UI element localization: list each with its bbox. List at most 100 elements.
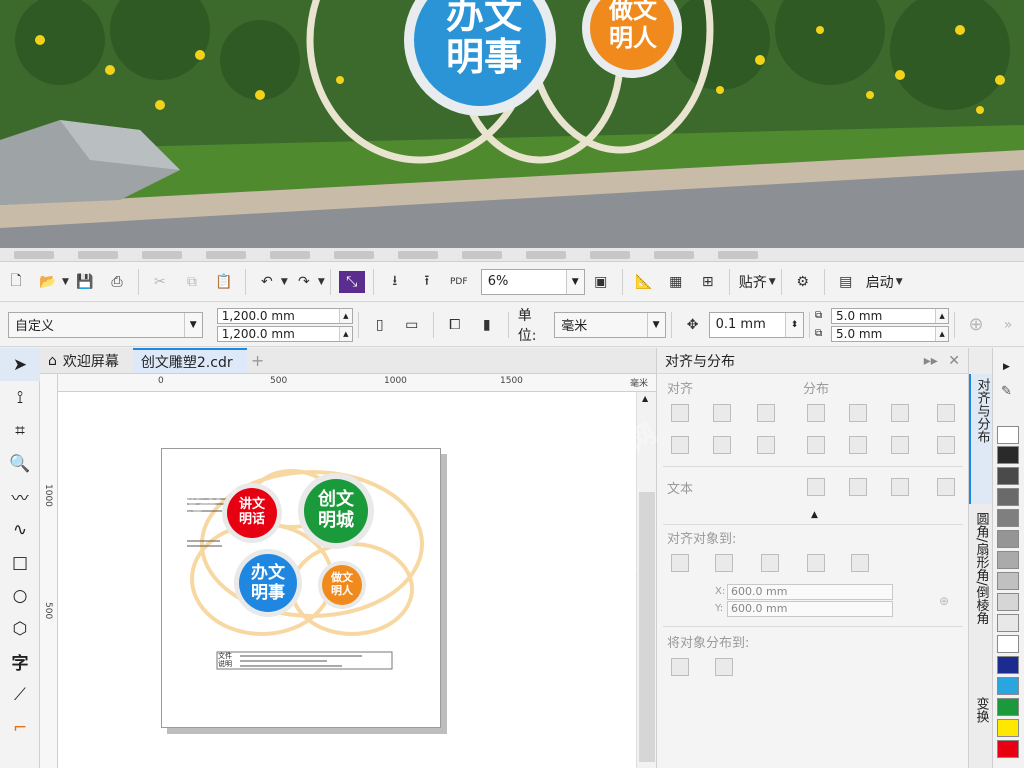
color-swatch[interactable] <box>997 551 1019 569</box>
snap-dropdown-icon[interactable]: ▼ <box>769 277 776 287</box>
grid-icon[interactable]: ▦ <box>663 268 689 296</box>
launch-dropdown-icon[interactable]: ▼ <box>896 277 903 287</box>
color-swatch[interactable] <box>997 572 1019 590</box>
guidelines-icon[interactable]: ⊞ <box>695 268 721 296</box>
eyedropper-icon[interactable]: ✎ <box>1001 384 1012 399</box>
dimension-tool-icon[interactable]: ⟋ <box>0 678 40 711</box>
side-tab-transform[interactable]: 变换 <box>969 693 993 768</box>
new-document-icon[interactable]: 🗋 <box>3 268 29 296</box>
distribute-vspacing-icon[interactable] <box>891 436 909 454</box>
palette-scroll-up-icon[interactable]: ▶ <box>1003 362 1010 372</box>
align-left-icon[interactable] <box>671 404 689 422</box>
color-swatch[interactable] <box>997 698 1019 716</box>
color-swatch[interactable] <box>997 530 1019 548</box>
align-to-grid-icon[interactable] <box>807 554 825 572</box>
text-tool-icon[interactable]: 字 <box>0 645 40 678</box>
drawing-canvas[interactable]: 讲文 明话 创文 明城 办文 明事 做文 明人 文件 说明 <box>58 392 636 768</box>
page-width-field[interactable]: 1,200.0 mm ▲ <box>216 307 353 324</box>
align-y-field[interactable]: 600.0 mm <box>727 601 893 617</box>
align-top-icon[interactable] <box>671 436 689 454</box>
nudge-distance-field[interactable]: 0.1 mm ⬍ <box>708 311 805 338</box>
text-first-line-icon[interactable] <box>807 478 825 496</box>
page-height-field[interactable]: 1,200.0 mm ▲ <box>216 325 353 342</box>
more-options-icon[interactable]: » <box>995 311 1021 339</box>
crop-tool-icon[interactable]: ⌗ <box>0 414 40 447</box>
align-to-active-icon[interactable] <box>671 554 689 572</box>
expand-icon[interactable]: ▸▸ <box>924 353 938 369</box>
export-icon[interactable]: ⭱ <box>414 268 440 296</box>
import-icon[interactable]: ⭳ <box>382 268 408 296</box>
distribute-top-icon[interactable] <box>807 436 825 454</box>
redo-dropdown-icon[interactable]: ▼ <box>318 277 325 287</box>
text-bbox-icon[interactable] <box>891 478 909 496</box>
connector-tool-icon[interactable]: ⌐ <box>0 711 40 744</box>
horizontal-ruler[interactable]: 0 500 1000 1500 毫米 <box>58 374 656 392</box>
color-swatch[interactable] <box>997 740 1019 758</box>
copy-icon[interactable]: ⧉ <box>179 268 205 296</box>
save-icon[interactable]: 💾 <box>72 268 98 296</box>
scroll-up-icon[interactable]: ▲ <box>642 394 648 403</box>
align-bottom-icon[interactable] <box>757 436 775 454</box>
undo-icon[interactable]: ↶ <box>254 268 280 296</box>
polygon-tool-icon[interactable]: ⬡ <box>0 612 40 645</box>
rectangle-tool-icon[interactable]: □ <box>0 546 40 579</box>
cut-icon[interactable]: ✂ <box>147 268 173 296</box>
page-preset-select[interactable]: 自定义 ▼ <box>8 311 203 338</box>
current-page-icon[interactable]: ▮ <box>474 311 500 339</box>
pick-tool-icon[interactable]: ➤ <box>0 348 40 381</box>
align-center-h-icon[interactable] <box>713 404 731 422</box>
align-to-point-icon[interactable] <box>851 554 869 572</box>
all-pages-icon[interactable]: ⧠ <box>442 311 468 339</box>
align-to-page-center-icon[interactable] <box>761 554 779 572</box>
spinner-icon[interactable]: ⬍ <box>785 312 804 337</box>
color-swatch[interactable] <box>997 509 1019 527</box>
open-folder-icon[interactable]: 📂 <box>35 268 61 296</box>
distribute-middle-icon[interactable] <box>849 436 867 454</box>
chevron-down-icon[interactable]: ▼ <box>183 312 202 337</box>
unit-select[interactable]: 毫米 ▼ <box>554 311 666 338</box>
distribute-right-icon[interactable] <box>937 404 955 422</box>
distribute-left-icon[interactable] <box>807 404 825 422</box>
duplicate-y-field[interactable]: 5.0 mm ▲ <box>831 325 950 342</box>
color-swatch[interactable] <box>997 446 1019 464</box>
add-icon[interactable]: ⊕ <box>963 311 989 339</box>
rulers-icon[interactable]: 📐 <box>631 268 657 296</box>
zoom-level-select[interactable]: 6% ▼ <box>480 268 585 295</box>
full-screen-icon[interactable]: ▣ <box>588 268 614 296</box>
color-swatch[interactable] <box>997 467 1019 485</box>
color-swatch[interactable] <box>997 677 1019 695</box>
color-swatch[interactable] <box>997 719 1019 737</box>
text-last-line-icon[interactable] <box>849 478 867 496</box>
distribute-spacing-icon[interactable] <box>891 404 909 422</box>
text-outline-icon[interactable] <box>937 478 955 496</box>
ellipse-tool-icon[interactable]: ○ <box>0 579 40 612</box>
redo-icon[interactable]: ↷ <box>291 268 317 296</box>
collapse-icon[interactable]: ▲ <box>811 510 818 520</box>
options-gear-icon[interactable]: ⚙ <box>790 268 816 296</box>
color-swatch[interactable] <box>997 635 1019 653</box>
launch-button[interactable]: 启动 <box>866 272 894 292</box>
distribute-to-selection-icon[interactable] <box>671 658 689 676</box>
side-tab-align[interactable]: 对齐与分布 <box>969 374 993 504</box>
scrollbar-thumb[interactable] <box>639 492 655 762</box>
close-icon[interactable]: ✕ <box>948 353 960 369</box>
print-icon[interactable]: ⎙ <box>104 268 130 296</box>
chevron-down-icon[interactable]: ▼ <box>565 269 584 294</box>
artistic-media-tool-icon[interactable]: ∿ <box>0 513 40 546</box>
align-right-icon[interactable] <box>757 404 775 422</box>
open-dropdown-icon[interactable]: ▼ <box>62 277 69 287</box>
paste-icon[interactable]: 📋 <box>211 268 237 296</box>
portrait-icon[interactable]: ▯ <box>367 311 393 339</box>
tab-document[interactable]: 创文雕塑2.cdr <box>132 348 247 373</box>
landscape-icon[interactable]: ▭ <box>399 311 425 339</box>
color-swatch[interactable] <box>997 488 1019 506</box>
vertical-ruler[interactable]: 1000 500 <box>40 374 58 768</box>
no-color-swatch[interactable] <box>997 426 1019 444</box>
align-x-field[interactable]: 600.0 mm <box>727 584 893 600</box>
drawing-page[interactable]: 讲文 明话 创文 明城 办文 明事 做文 明人 文件 说明 <box>161 448 441 728</box>
vertical-scrollbar[interactable]: ▲ <box>636 392 656 768</box>
color-swatch[interactable] <box>997 614 1019 632</box>
duplicate-x-field[interactable]: 5.0 mm ▲ <box>831 307 950 324</box>
shape-tool-icon[interactable]: ⟟ <box>0 381 40 414</box>
distribute-to-page-icon[interactable] <box>715 658 733 676</box>
